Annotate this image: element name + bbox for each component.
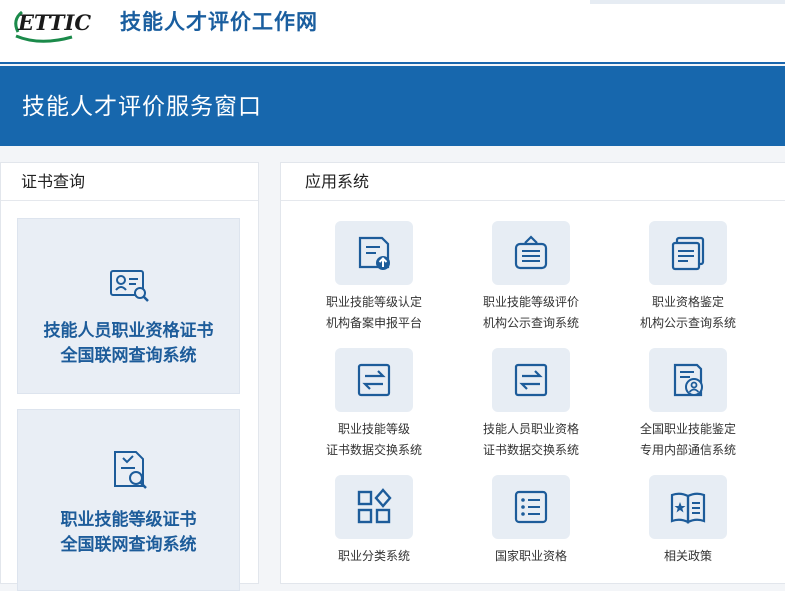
open-book-icon [670,492,706,524]
header-search-area[interactable] [590,0,785,4]
app-label: 技能人员职业资格 证书数据交换系统 [456,419,606,461]
notice-board-icon [514,235,548,270]
ettic-logo-icon[interactable]: ETTIC [10,6,106,44]
upload-document-icon [358,236,390,270]
app-tile [492,221,570,285]
site-header: ETTIC 技能人才评价工作网 [0,0,785,62]
banner-title: 技能人才评价服务窗口 [22,94,262,120]
app-label-line1: 职业资格鉴定 [651,295,724,309]
service-banner: 技能人才评价服务窗口 [0,66,785,146]
app-label: 职业技能等级 证书数据交换系统 [299,419,449,461]
app-label-line2: 专用内部通信系统 [639,443,736,457]
app-tile [335,475,413,539]
cert-query-title: 证书查询 [21,172,86,191]
app-label-line1: 全国职业技能鉴定 [639,422,736,436]
app-label: 职业技能等级认定 机构备案申报平台 [299,292,449,334]
app-label-line2: 证书数据交换系统 [325,443,422,457]
cert-card-line1: 职业技能等级证书 [60,510,197,530]
app-label-line1: 职业技能等级认定 [325,295,422,309]
app-label: 全国职业技能鉴定 专用内部通信系统 [613,419,763,461]
cert-card-line2: 全国联网查询系统 [60,346,197,366]
app-label: 相关政策 [613,546,763,567]
app-label-line1: 国家职业资格 [494,549,567,563]
app-label: 职业资格鉴定 机构公示查询系统 [613,292,763,334]
apps-title: 应用系统 [305,172,370,191]
cert-card-label: 职业技能等级证书 全国联网查询系统 [18,508,239,558]
app-label: 职业技能等级评价 机构公示查询系统 [456,292,606,334]
category-grid-icon [357,488,392,524]
app-tile [649,475,727,539]
app-tile [649,221,727,285]
cert-card-line1: 技能人员职业资格证书 [43,321,214,341]
app-label: 国家职业资格 [456,546,606,567]
cert-query-panel: 证书查询 技能人员职业资格证书 全国联网查询系统 职业技能等级证书 全国联网查询… [0,162,259,591]
app-tile [492,475,570,539]
cert-card-skill-level[interactable]: 职业技能等级证书 全国联网查询系统 [17,409,240,591]
cert-query-panel-header: 证书查询 [1,163,258,201]
document-search-icon [114,451,147,489]
app-label-line1: 职业技能等级 [337,422,410,436]
apps-panel-header: 应用系统 [281,163,785,201]
document-list-icon [671,236,705,271]
app-label-line1: 技能人员职业资格 [482,422,579,436]
app-label-line1: 职业分类系统 [337,549,410,563]
app-label-line2: 证书数据交换系统 [482,443,579,457]
app-label-line1: 职业技能等级评价 [482,295,579,309]
certificate-search-icon [110,270,149,302]
app-label-line2: 机构公示查询系统 [482,316,579,330]
exchange-icon [357,363,391,397]
app-label-line1: 相关政策 [663,549,712,563]
cert-card-line2: 全国联网查询系统 [60,535,197,555]
apps-panel: 应用系统 职业技能等级认定 机构备案申报平台 职业技能等级评价 机构公示查询系统… [280,162,785,584]
logo-text: ETTIC [17,10,91,35]
exchange-icon [514,363,548,397]
list-icon [514,490,548,524]
profile-card-icon [673,363,703,397]
app-tile [335,348,413,412]
header-divider [0,62,785,64]
app-label-line2: 机构备案申报平台 [325,316,422,330]
app-tile [492,348,570,412]
cert-card-label: 技能人员职业资格证书 全国联网查询系统 [18,319,239,369]
cert-card-vocational-qualification[interactable]: 技能人员职业资格证书 全国联网查询系统 [17,218,240,394]
app-tile [649,348,727,412]
app-label: 职业分类系统 [299,546,449,567]
app-tile [335,221,413,285]
site-title[interactable]: 技能人才评价工作网 [120,8,318,36]
app-label-line2: 机构公示查询系统 [639,316,736,330]
